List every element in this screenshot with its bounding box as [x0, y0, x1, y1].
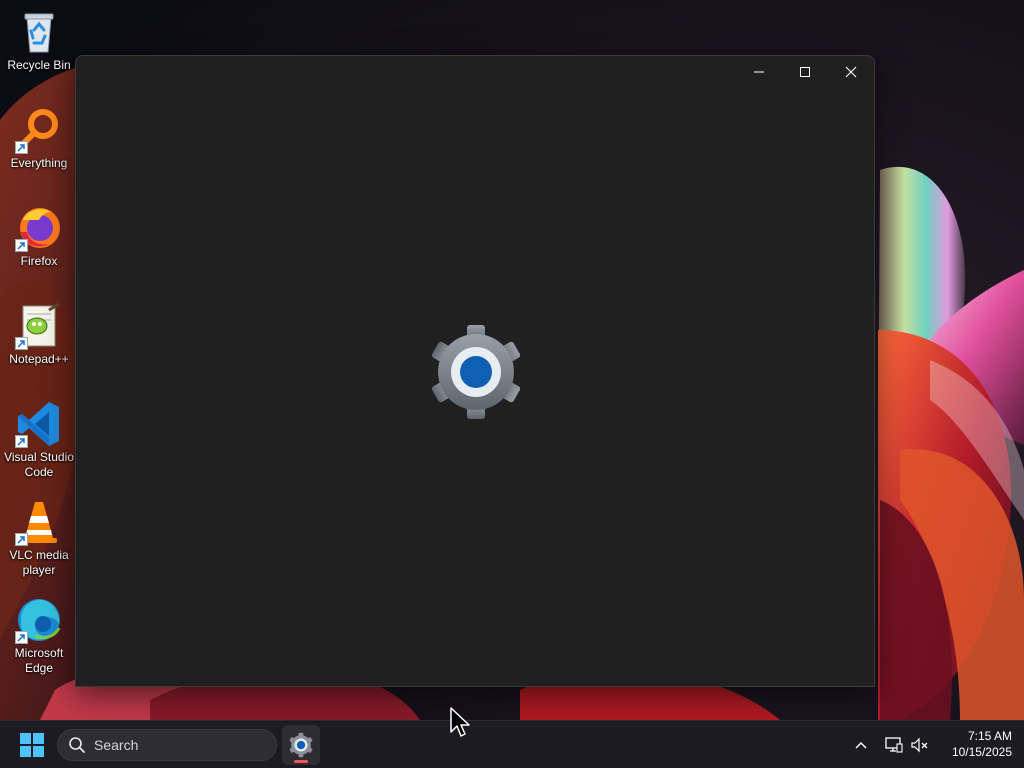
desktop-icon-label: Notepad++ — [9, 352, 69, 366]
taskbar-app-settings[interactable] — [282, 725, 320, 765]
search-icon — [69, 737, 85, 753]
shortcut-arrow-icon — [15, 239, 28, 252]
start-button[interactable] — [16, 731, 48, 759]
desktop-icon-label: VLC media player — [9, 548, 69, 577]
shortcut-arrow-icon — [15, 631, 28, 644]
desktop-icon-firefox[interactable]: Firefox — [2, 204, 76, 269]
desktop-icon-vscode[interactable]: Visual Studio Code — [2, 400, 76, 480]
desktop-icon-label: Everything — [10, 156, 68, 170]
desktop-icon-label: Firefox — [20, 254, 58, 268]
taskbar-search-box[interactable]: Search — [57, 729, 277, 761]
volume-button[interactable] — [908, 733, 932, 757]
clock-time: 7:15 AM — [967, 729, 1012, 743]
desktop-icon-notepad-plus-plus[interactable]: Notepad++ — [2, 302, 76, 367]
settings-gear-icon — [426, 324, 526, 420]
show-hidden-icons-button[interactable] — [850, 735, 872, 755]
network-button[interactable] — [882, 733, 906, 757]
recycle-bin-icon — [15, 8, 63, 56]
volume-muted-icon — [911, 737, 928, 753]
desktop-icon-recycle-bin[interactable]: Recycle Bin — [2, 8, 76, 73]
shortcut-arrow-icon — [15, 141, 28, 154]
desktop-icon-label: Microsoft Edge — [14, 646, 64, 675]
taskbar: Search 7:15 AM 10/15/2025 — [0, 720, 1024, 768]
vscode-icon — [15, 400, 63, 448]
window-controls — [736, 56, 874, 88]
desktop-icon-label: Recycle Bin — [7, 58, 71, 72]
taskbar-clock[interactable]: 7:15 AM 10/15/2025 — [936, 728, 1012, 760]
search-placeholder: Search — [94, 737, 139, 753]
desktop-icon-label: Visual Studio Code — [4, 450, 74, 479]
settings-gear-icon — [289, 732, 313, 758]
mouse-cursor-icon — [450, 707, 470, 744]
vlc-icon — [15, 498, 63, 546]
clock-date: 10/15/2025 — [951, 745, 1012, 759]
shortcut-arrow-icon — [15, 337, 28, 350]
windows-logo-icon — [20, 733, 44, 757]
maximize-button[interactable] — [782, 56, 828, 88]
shortcut-arrow-icon — [15, 533, 28, 546]
minimize-icon — [754, 71, 764, 73]
shortcut-arrow-icon — [15, 435, 28, 448]
network-icon — [885, 737, 903, 753]
settings-window[interactable] — [75, 55, 875, 687]
notepad-plus-plus-icon — [15, 302, 63, 350]
running-app-indicator — [294, 760, 308, 763]
desktop-icon-vlc[interactable]: VLC media player — [2, 498, 76, 578]
everything-search-icon — [15, 106, 63, 154]
firefox-icon — [15, 204, 63, 252]
desktop-icon-everything[interactable]: Everything — [2, 106, 76, 171]
close-button[interactable] — [828, 56, 874, 88]
edge-icon — [15, 596, 63, 644]
desktop-icon-edge[interactable]: Microsoft Edge — [2, 596, 76, 676]
maximize-icon — [800, 67, 810, 77]
close-icon — [845, 66, 857, 78]
chevron-up-icon — [855, 742, 867, 749]
minimize-button[interactable] — [736, 56, 782, 88]
